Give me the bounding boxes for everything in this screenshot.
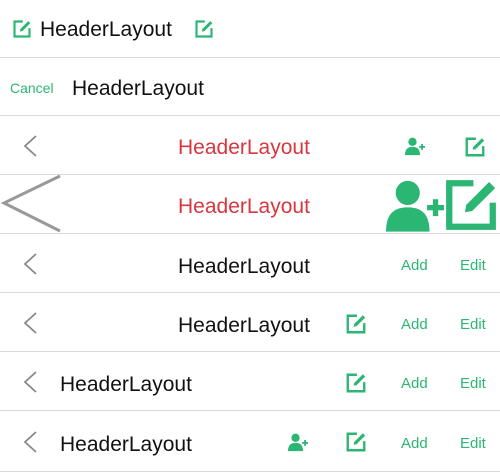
header-row-4: HeaderLayout bbox=[0, 174, 500, 236]
edit-icon[interactable] bbox=[194, 19, 214, 39]
edit-icon[interactable] bbox=[345, 313, 367, 335]
edit-icon[interactable] bbox=[345, 372, 367, 394]
header-row-7: HeaderLayout Add Edit bbox=[0, 353, 500, 411]
header-title: HeaderLayout bbox=[178, 255, 310, 278]
header-title: HeaderLayout bbox=[72, 77, 204, 100]
header-row-3: HeaderLayout bbox=[0, 117, 500, 175]
header-row-2: Cancel HeaderLayout bbox=[0, 58, 500, 116]
header-title: HeaderLayout bbox=[178, 136, 310, 159]
edit-icon[interactable] bbox=[345, 431, 367, 453]
header-row-6: HeaderLayout Add Edit bbox=[0, 294, 500, 352]
header-row-1: HeaderLayout bbox=[0, 0, 500, 58]
edit-icon[interactable] bbox=[464, 136, 486, 158]
add-button[interactable]: Add bbox=[401, 317, 428, 332]
add-user-icon[interactable] bbox=[286, 432, 310, 452]
header-title: HeaderLayout bbox=[178, 195, 310, 218]
add-button[interactable]: Add bbox=[401, 258, 428, 273]
chevron-left-icon[interactable] bbox=[22, 370, 38, 394]
header-row-5: HeaderLayout Add Edit bbox=[0, 235, 500, 293]
chevron-left-icon[interactable] bbox=[0, 174, 62, 236]
add-user-icon[interactable] bbox=[386, 176, 444, 234]
edit-icon[interactable] bbox=[442, 176, 500, 234]
header-title: HeaderLayout bbox=[40, 18, 172, 41]
chevron-left-icon[interactable] bbox=[22, 252, 38, 276]
chevron-left-icon[interactable] bbox=[22, 430, 38, 454]
add-user-icon[interactable] bbox=[404, 136, 426, 156]
header-title: HeaderLayout bbox=[60, 373, 192, 396]
edit-button[interactable]: Edit bbox=[460, 258, 486, 273]
cancel-button[interactable]: Cancel bbox=[10, 81, 54, 95]
header-row-8: HeaderLayout Add Edit bbox=[0, 412, 500, 472]
chevron-left-icon[interactable] bbox=[22, 134, 38, 158]
edit-button[interactable]: Edit bbox=[460, 376, 486, 391]
header-title: HeaderLayout bbox=[60, 433, 192, 456]
edit-icon[interactable] bbox=[12, 19, 32, 39]
add-button[interactable]: Add bbox=[401, 376, 428, 391]
header-title: HeaderLayout bbox=[178, 314, 310, 337]
edit-button[interactable]: Edit bbox=[460, 317, 486, 332]
chevron-left-icon[interactable] bbox=[22, 311, 38, 335]
edit-button[interactable]: Edit bbox=[460, 436, 486, 451]
add-button[interactable]: Add bbox=[401, 436, 428, 451]
